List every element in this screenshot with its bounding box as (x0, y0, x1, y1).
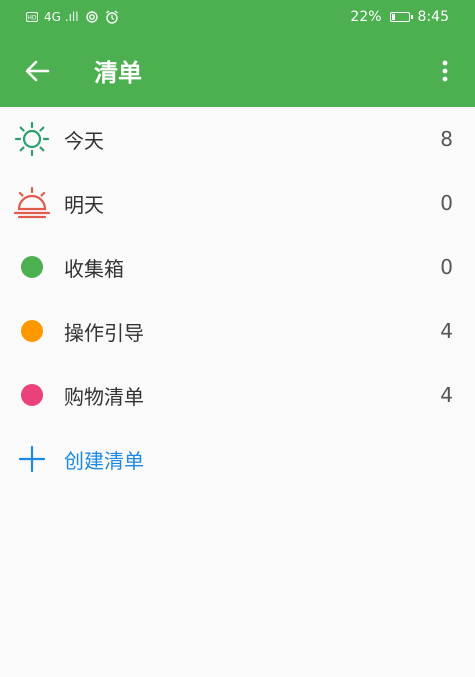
overflow-menu-button[interactable] (431, 34, 459, 107)
list-item-today[interactable]: 今天 8 (0, 107, 475, 171)
battery-percent: 22% (350, 9, 382, 25)
alarm-icon (105, 10, 118, 24)
list-item-label: 收集箱 (64, 256, 124, 281)
dot-icon (0, 235, 64, 299)
battery-level (391, 14, 395, 20)
sunrise-icon (0, 171, 64, 235)
back-button[interactable] (0, 34, 74, 107)
status-right: 22% 8:45 (350, 9, 449, 25)
status-bar: HD 4G .ıll 22% 8:45 (0, 0, 475, 34)
list-item-guide[interactable]: 操作引导 4 (0, 299, 475, 363)
list-item-label: 操作引导 (64, 320, 144, 345)
list-color-dot (21, 384, 43, 406)
list-item-label: 明天 (64, 192, 104, 217)
list-item-label: 购物清单 (64, 384, 144, 409)
create-list-button[interactable]: 创建清单 (0, 427, 475, 491)
more-vertical-icon (442, 60, 448, 81)
app-screen: HD 4G .ıll 22% 8:45 清单 今天 8 明天 0 收集箱 0 操… (0, 0, 475, 677)
list-item-shopping[interactable]: 购物清单 4 (0, 363, 475, 427)
list-color-dot (21, 320, 43, 342)
list-container: 今天 8 明天 0 收集箱 0 操作引导 4 购物清单 4 创建清单 (0, 107, 475, 491)
svg-text:HD: HD (27, 15, 37, 22)
plus-icon (0, 427, 64, 491)
clock: 8:45 (417, 9, 449, 25)
list-item-tomorrow[interactable]: 明天 0 (0, 171, 475, 235)
dot-icon (0, 363, 64, 427)
app-bar: 清单 (0, 34, 475, 107)
sun-icon (0, 107, 64, 171)
sim-icon: HD (26, 12, 38, 22)
list-item-count: 4 (440, 383, 453, 407)
status-indicators: HD 4G .ıll (26, 10, 119, 24)
list-item-count: 0 (440, 255, 453, 279)
list-item-count: 0 (440, 191, 453, 215)
wifi-icon (85, 11, 98, 23)
list-item-count: 8 (440, 127, 453, 151)
create-list-label: 创建清单 (64, 448, 144, 473)
list-item-label: 今天 (64, 128, 104, 153)
list-item-inbox[interactable]: 收集箱 0 (0, 235, 475, 299)
list-color-dot (21, 256, 43, 278)
battery-icon (389, 12, 413, 22)
network-indicator: 4G .ıll (44, 10, 79, 24)
dot-icon (0, 299, 64, 363)
arrow-left-icon (25, 60, 50, 81)
list-item-count: 4 (440, 319, 453, 343)
page-title: 清单 (94, 59, 142, 87)
